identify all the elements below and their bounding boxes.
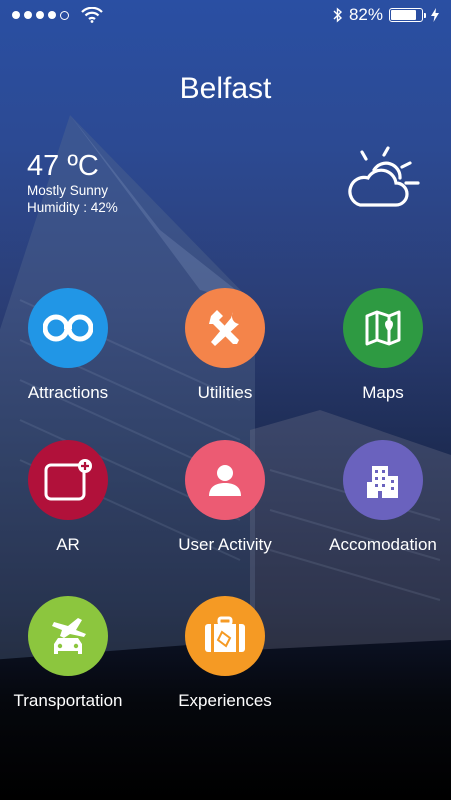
signal-dot xyxy=(48,11,56,19)
signal-dot-empty xyxy=(60,10,69,20)
tile-accomodation[interactable]: Accomodation xyxy=(303,440,451,555)
utilities-circle[interactable] xyxy=(185,288,265,368)
tile-attractions[interactable]: Attractions xyxy=(0,288,148,403)
label-accomodation: Accomodation xyxy=(329,535,437,554)
tools-icon xyxy=(209,310,239,346)
weather-info: 47 ºC Mostly Sunny Humidity : 42% xyxy=(27,150,118,216)
partly-sunny-icon xyxy=(348,146,420,207)
battery-icon xyxy=(389,8,426,22)
user-icon xyxy=(209,465,241,496)
label-ar: AR xyxy=(56,535,80,554)
suitcase-icon xyxy=(205,616,245,652)
maps-circle[interactable] xyxy=(343,288,423,368)
accomodation-circle[interactable] xyxy=(343,440,423,520)
transport-icon xyxy=(52,618,86,654)
building-icon xyxy=(367,466,398,498)
binoculars-icon xyxy=(43,314,93,342)
signal-dot xyxy=(36,11,44,19)
label-transportation: Transportation xyxy=(13,691,123,710)
signal-dot xyxy=(24,11,32,19)
tile-ar[interactable]: AR xyxy=(0,440,148,555)
tile-experiences[interactable]: Experiences xyxy=(145,596,305,711)
ar-circle[interactable] xyxy=(28,440,108,520)
map-icon xyxy=(365,310,401,346)
city-title: Belfast xyxy=(179,72,272,105)
tile-utilities[interactable]: Utilities xyxy=(145,288,305,403)
ar-icon xyxy=(44,459,92,501)
label-maps: Maps xyxy=(362,383,404,402)
attractions-circle[interactable] xyxy=(28,288,108,368)
weather-condition: Mostly Sunny xyxy=(27,183,109,198)
tile-maps[interactable]: Maps xyxy=(303,288,451,403)
charging-icon xyxy=(431,8,439,22)
wifi-icon xyxy=(81,7,103,23)
bluetooth-icon xyxy=(333,7,342,23)
humidity: Humidity : 42% xyxy=(27,200,118,215)
battery-percent: 82% xyxy=(348,5,383,24)
label-experiences: Experiences xyxy=(178,691,272,710)
tile-transportation[interactable]: Transportation xyxy=(0,596,148,711)
transportation-circle[interactable] xyxy=(28,596,108,676)
label-utilities: Utilities xyxy=(197,383,253,402)
signal-dot xyxy=(12,11,20,19)
tile-user-activity[interactable]: User Activity xyxy=(145,440,305,555)
temperature: 47 ºC xyxy=(27,150,99,182)
user-activity-circle[interactable] xyxy=(185,440,265,520)
status-bar: 82% xyxy=(0,0,451,30)
experiences-circle[interactable] xyxy=(185,596,265,676)
label-attractions: Attractions xyxy=(27,383,109,402)
label-user-activity: User Activity xyxy=(178,535,272,554)
